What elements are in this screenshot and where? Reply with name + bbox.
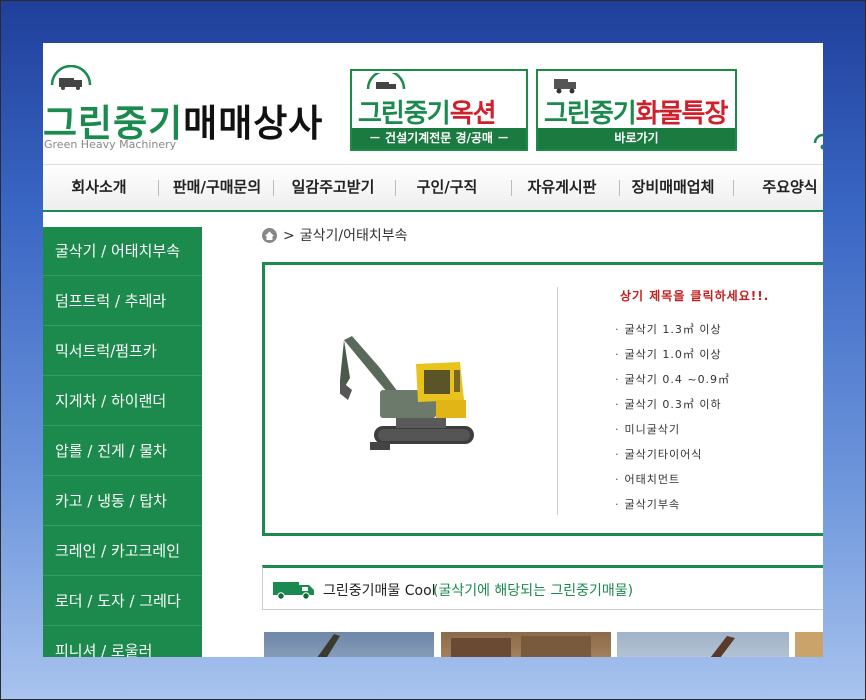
list-item[interactable]: · 굴삭기 0.3㎥ 이하	[615, 395, 730, 420]
subcategory-label: 굴삭기 0.3㎥ 이하	[624, 398, 722, 411]
nav-divider	[158, 180, 159, 196]
subcategory-label: 굴삭기 1.3㎥ 이상	[624, 323, 722, 336]
nav-dealers[interactable]: 장비매매업체	[625, 165, 721, 210]
category-sidebar: 굴삭기 / 어태치부속 덤프트럭 / 추레라 믹서트럭/펌프카 지게차 / 하이…	[43, 227, 202, 657]
auction-title-red: 옥션	[449, 99, 497, 129]
category-info-box: 상기 제목을 클릭하세요!!. · 굴삭기 1.3㎥ 이상 · 굴삭기 1.0㎥ 이…	[262, 262, 823, 536]
auction-banner[interactable]: 그린중기옥션 － 건설기계전문 경/공매 －	[350, 69, 528, 151]
list-item[interactable]: · 굴삭기부속	[615, 495, 730, 520]
listing-thumbnail[interactable]	[264, 632, 434, 657]
excavator-image	[340, 336, 474, 450]
subcategory-label: 어태치먼트	[624, 473, 681, 486]
breadcrumb-current: 굴삭기/어태치부속	[299, 228, 408, 244]
sidebar-item-forklift[interactable]: 지게차 / 하이랜더	[43, 377, 202, 426]
listing-thumbnail[interactable]	[795, 632, 823, 657]
list-item[interactable]: · 미니굴삭기	[615, 420, 730, 445]
bullet-icon: ·	[615, 398, 620, 411]
list-item[interactable]: · 굴삭기타이어식	[615, 445, 730, 470]
bullet-icon: ·	[615, 448, 620, 461]
truck-banner-bar: 바로가기	[538, 128, 735, 149]
vertical-divider	[557, 287, 558, 515]
excavator-arm-image	[710, 636, 735, 657]
nav-divider	[511, 180, 512, 196]
sidebar-item-crane[interactable]: 크레인 / 카고크레인	[43, 527, 202, 576]
truck-icon	[273, 582, 314, 600]
subcategory-list: · 굴삭기 1.3㎥ 이상 · 굴삭기 1.0㎥ 이상 · 굴삭기 0.4 ~0.9㎥…	[615, 320, 730, 520]
main-nav: 회사소개 판매/구매문의 일감주고받기 구인/구직 자유게시판 장비매매업체 주…	[43, 164, 823, 212]
nav-jobs[interactable]: 구인/구직	[403, 165, 491, 210]
truck-icon	[554, 79, 576, 94]
list-item[interactable]: · 굴삭기 1.3㎥ 이상	[615, 320, 730, 345]
nav-forms[interactable]: 주요양식	[755, 165, 823, 210]
nav-work-exchange[interactable]: 일감주고받기	[279, 165, 387, 210]
bullet-icon: ·	[615, 348, 620, 361]
truck-special-banner[interactable]: 그린중기화물특장 바로가기	[536, 69, 737, 151]
bullet-icon: ·	[615, 373, 620, 386]
list-item[interactable]: · 어태치먼트	[615, 470, 730, 495]
sidebar-item-roll[interactable]: 압롤 / 진게 / 물차	[43, 427, 202, 476]
list-item[interactable]: · 굴삭기 1.0㎥ 이상	[615, 345, 730, 370]
breadcrumb: > 굴삭기/어태치부속	[262, 225, 408, 245]
listing-thumbnail[interactable]	[617, 632, 789, 657]
sidebar-item-cargo[interactable]: 카고 / 냉동 / 탑차	[43, 477, 202, 526]
truck-title-green: 그린중기	[544, 99, 637, 129]
auction-title-green: 그린중기	[358, 99, 451, 129]
subcategory-label: 미니굴삭기	[624, 423, 681, 436]
bullet-icon: ·	[615, 473, 620, 486]
logo-subtitle: Green Heavy Machinery	[44, 138, 177, 151]
sidebar-item-mixer[interactable]: 믹서트럭/펌프카	[43, 327, 202, 376]
bucket-image	[451, 636, 591, 657]
subcategory-label: 굴삭기부속	[624, 498, 681, 511]
subcategory-label: 굴삭기타이어식	[624, 448, 703, 461]
nav-sales-inquiry[interactable]: 판매/구매문의	[163, 165, 271, 210]
listing-thumbnail[interactable]	[441, 632, 611, 657]
home-icon[interactable]	[262, 228, 277, 243]
bullet-icon: ·	[615, 323, 620, 336]
list-item[interactable]: · 굴삭기 0.4 ~0.9㎥	[615, 370, 730, 395]
excavator-arm-image	[317, 634, 340, 657]
listing-header: 그린중기매물 Cool (굴삭기에 해당되는 그린중기매물)	[262, 565, 823, 610]
sidebar-item-loader[interactable]: 로더 / 도자 / 그레다	[43, 577, 202, 626]
sidebar-item-finisher[interactable]: 피니셔 / 로울러	[43, 627, 202, 657]
truck-title-red: 화물특장	[635, 99, 729, 129]
auction-banner-bar: － 건설기계전문 경/공매 －	[352, 128, 526, 149]
truck-icon	[813, 133, 823, 150]
bullet-icon: ·	[615, 423, 620, 436]
truck-icon	[366, 73, 406, 90]
sidebar-item-excavator[interactable]: 굴삭기 / 어태치부속	[43, 227, 202, 276]
nav-divider	[733, 180, 734, 196]
nav-divider	[395, 180, 396, 196]
click-title-notice: 상기 제목을 클릭하세요!!.	[620, 289, 770, 303]
nav-divider	[619, 180, 620, 196]
subcategory-label: 굴삭기 1.0㎥ 이상	[624, 348, 722, 361]
listing-title: 그린중기매물 Cool	[323, 583, 436, 599]
site-logo[interactable]: 그린중기매매상사 Green Heavy Machinery	[43, 65, 333, 160]
logo-text-black: 매매상사	[183, 102, 324, 145]
subcategory-label: 굴삭기 0.4 ~0.9㎥	[624, 373, 731, 386]
sidebar-item-dump-truck[interactable]: 덤프트럭 / 추레라	[43, 277, 202, 326]
auction-banner-title: 그린중기옥션	[358, 93, 497, 130]
listing-subtitle: (굴삭기에 해당되는 그린중기매물)	[433, 583, 634, 599]
truck-banner-title: 그린중기화물특장	[544, 93, 729, 130]
nav-company-intro[interactable]: 회사소개	[51, 165, 147, 210]
web-page: 그린중기매매상사 Green Heavy Machinery 그린중기옥션 － …	[43, 43, 823, 657]
chevron-right-icon: >	[283, 228, 295, 244]
nav-divider	[273, 180, 274, 196]
bullet-icon: ·	[615, 498, 620, 511]
nav-free-board[interactable]: 자유게시판	[517, 165, 607, 210]
